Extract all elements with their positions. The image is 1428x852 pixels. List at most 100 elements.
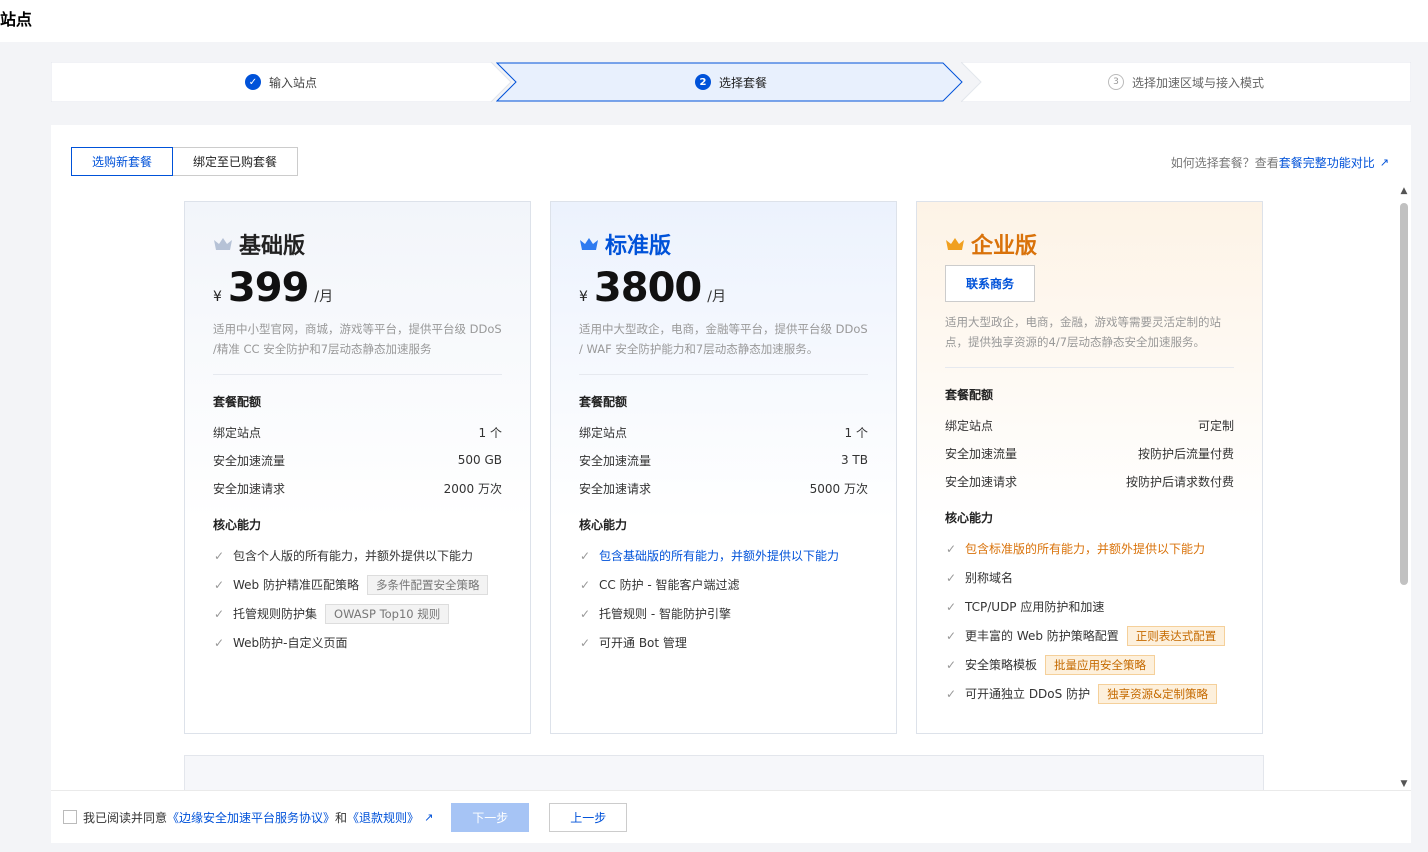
- currency: ¥: [213, 289, 222, 305]
- plan-description: 适用大型政企，电商，金融，游戏等需要灵活定制的站点，提供独享资源的4/7层动态静…: [945, 315, 1221, 349]
- tab-buy-new[interactable]: 选购新套餐: [71, 147, 174, 176]
- divider: [945, 367, 1234, 368]
- feature-item: ✓ 安全策略模板 批量应用安全策略: [945, 650, 1234, 679]
- plan-description: 适用中小型官网，商城，游戏等平台，提供平台级 DDoS /精准 CC 安全防护和…: [213, 322, 502, 356]
- footer-bar: 我已阅读并同意 《边缘安全加速平台服务协议》 和 《退款规则》 ↗ 下一步 上一…: [51, 790, 1411, 843]
- feature-item: ✓ 更丰富的 Web 防护策略配置 正则表达式配置: [945, 621, 1234, 650]
- check-icon: ✓: [579, 577, 591, 592]
- feature-item: ✓ 包含标准版的所有能力，并额外提供以下能力: [945, 541, 1206, 557]
- plan-price: ¥ 3800 /月: [579, 265, 868, 311]
- price-unit: /月: [314, 289, 334, 305]
- step-progress: ✓ 输入站点 2 选择套餐 3 选择加速区域与接入模式: [51, 62, 1411, 102]
- comparison-table-header: [184, 755, 1264, 790]
- tab-bind-existing[interactable]: 绑定至已购套餐: [173, 147, 299, 176]
- plan-name: 标准版: [605, 234, 672, 259]
- crown-icon: [580, 238, 598, 250]
- quota-row: 安全加速流量 按防护后流量付费: [945, 446, 1234, 461]
- quota-row: 安全加速流量 3 TB: [579, 453, 868, 468]
- refund-rules-link[interactable]: 《退款规则》: [347, 809, 419, 826]
- feature-item: ✓ CC 防护 - 智能客户端过滤: [579, 577, 740, 593]
- core-title: 核心能力: [945, 511, 994, 525]
- step-3-number-icon: 3: [1107, 74, 1124, 90]
- scroll-down-arrow-icon[interactable]: ▼: [1398, 778, 1410, 790]
- check-circle-icon: ✓: [244, 74, 261, 90]
- quota-row: 安全加速请求 5000 万次: [579, 481, 868, 496]
- step-2-label: 选择套餐: [718, 75, 767, 90]
- check-icon: ✓: [945, 570, 957, 585]
- feature-item: ✓ Web防护-自定义页面: [213, 635, 348, 651]
- check-icon: ✓: [945, 657, 957, 672]
- step-1: ✓ 输入站点: [51, 62, 512, 102]
- feature-tag: OWASP Top10 规则: [325, 603, 450, 624]
- check-icon: ✓: [579, 548, 591, 563]
- quota-row: 安全加速请求 按防护后请求数付费: [945, 474, 1234, 489]
- currency: ¥: [579, 289, 588, 305]
- check-icon: ✓: [579, 606, 591, 621]
- plan-card-standard[interactable]: 标准版 ¥ 3800 /月 适用中大型政企，电商，金融等平台，提供平台级 DDo…: [550, 201, 897, 734]
- quota-title: 套餐配额: [579, 395, 628, 409]
- plan-name: 基础版: [239, 234, 306, 259]
- agree-checkbox[interactable]: [63, 810, 77, 824]
- core-title: 核心能力: [579, 518, 628, 532]
- plan-card-basic[interactable]: 基础版 ¥ 399 /月 适用中小型官网，商城，游戏等平台，提供平台级 DDoS…: [184, 201, 531, 734]
- quota-row: 绑定站点 1 个: [213, 425, 502, 440]
- feature-item: ✓ 托管规则 - 智能防护引擎: [579, 606, 731, 622]
- check-icon: ✓: [213, 548, 225, 563]
- check-icon: ✓: [213, 577, 225, 592]
- service-agreement-link[interactable]: 《边缘安全加速平台服务协议》: [167, 809, 335, 826]
- step-3: 3 选择加速区域与接入模式: [961, 62, 1411, 102]
- feature-item: ✓ 包含个人版的所有能力，并额外提供以下能力: [213, 548, 474, 564]
- plan-card-enterprise[interactable]: 企业版 联系商务 适用大型政企，电商，金融，游戏等需要灵活定制的站点，提供独享资…: [916, 201, 1263, 734]
- feature-item: ✓ 别称域名: [945, 570, 1014, 586]
- check-icon: ✓: [213, 606, 225, 621]
- step-3-label: 选择加速区域与接入模式: [1131, 75, 1264, 90]
- divider: [213, 374, 502, 375]
- agreement-text: 我已阅读并同意 《边缘安全加速平台服务协议》 和 《退款规则》 ↗: [83, 809, 434, 826]
- plan-description: 适用中大型政企，电商，金融等平台，提供平台级 DDoS / WAF 安全防护能力…: [579, 322, 868, 356]
- feature-item: ✓ 可开通 Bot 管理: [579, 635, 687, 651]
- core-title: 核心能力: [213, 518, 262, 532]
- vertical-scrollbar[interactable]: ▲ ▼: [1397, 185, 1411, 790]
- price-value: 399: [227, 265, 309, 311]
- plan-panel: 选购新套餐 绑定至已购套餐 如何选择套餐？查看 套餐完整功能对比 ↗ 基础版 ¥…: [51, 125, 1411, 790]
- check-icon: ✓: [945, 541, 957, 556]
- feature-tag: 正则表达式配置: [1126, 625, 1226, 646]
- feature-item: ✓ 托管规则防护集 OWASP Top10 规则: [213, 599, 502, 628]
- page-title: 站点: [0, 10, 33, 29]
- contact-sales-button[interactable]: 联系商务: [945, 265, 1035, 302]
- previous-button[interactable]: 上一步: [549, 802, 628, 832]
- check-icon: ✓: [945, 599, 957, 614]
- feature-tag: 多条件配置安全策略: [366, 574, 489, 595]
- step-1-label: 输入站点: [268, 75, 317, 90]
- quota-title: 套餐配额: [213, 395, 262, 409]
- scroll-up-arrow-icon[interactable]: ▲: [1398, 185, 1410, 197]
- compare-link[interactable]: 套餐完整功能对比: [1279, 154, 1375, 171]
- crown-icon: [214, 238, 232, 250]
- price-unit: /月: [707, 289, 726, 305]
- help-prefix: 如何选择套餐？查看: [1170, 156, 1279, 170]
- step-2: 2 选择套餐: [496, 62, 966, 102]
- plan-help: 如何选择套餐？查看 套餐完整功能对比 ↗: [1171, 154, 1389, 171]
- top-bar: 站点: [0, 0, 1428, 42]
- divider: [579, 374, 868, 375]
- purchase-tabs: 选购新套餐 绑定至已购套餐: [71, 147, 299, 176]
- external-link-icon[interactable]: ↗: [424, 811, 433, 824]
- quota-row: 安全加速流量 500 GB: [213, 453, 502, 468]
- check-icon: ✓: [213, 635, 225, 650]
- scroll-thumb[interactable]: [1400, 203, 1408, 585]
- quota-row: 绑定站点 1 个: [579, 425, 868, 440]
- step-2-number-icon: 2: [694, 74, 711, 90]
- check-icon: ✓: [579, 635, 591, 650]
- quota-title: 套餐配额: [945, 388, 994, 402]
- feature-item: ✓ 可开通独立 DDoS 防护 独享资源&定制策略: [945, 679, 1234, 708]
- feature-item: ✓ Web 防护精准匹配策略 多条件配置安全策略: [213, 570, 502, 599]
- crown-icon: [946, 238, 964, 250]
- external-link-icon[interactable]: ↗: [1380, 156, 1389, 169]
- plan-price: ¥ 399 /月: [213, 265, 502, 311]
- quota-row: 安全加速请求 2000 万次: [213, 481, 502, 496]
- quota-row: 绑定站点 可定制: [945, 418, 1234, 433]
- next-button[interactable]: 下一步: [451, 802, 530, 832]
- feature-item: ✓ 包含基础版的所有能力，并额外提供以下能力: [579, 548, 840, 564]
- price-value: 3800: [593, 265, 702, 311]
- check-icon: ✓: [945, 686, 957, 701]
